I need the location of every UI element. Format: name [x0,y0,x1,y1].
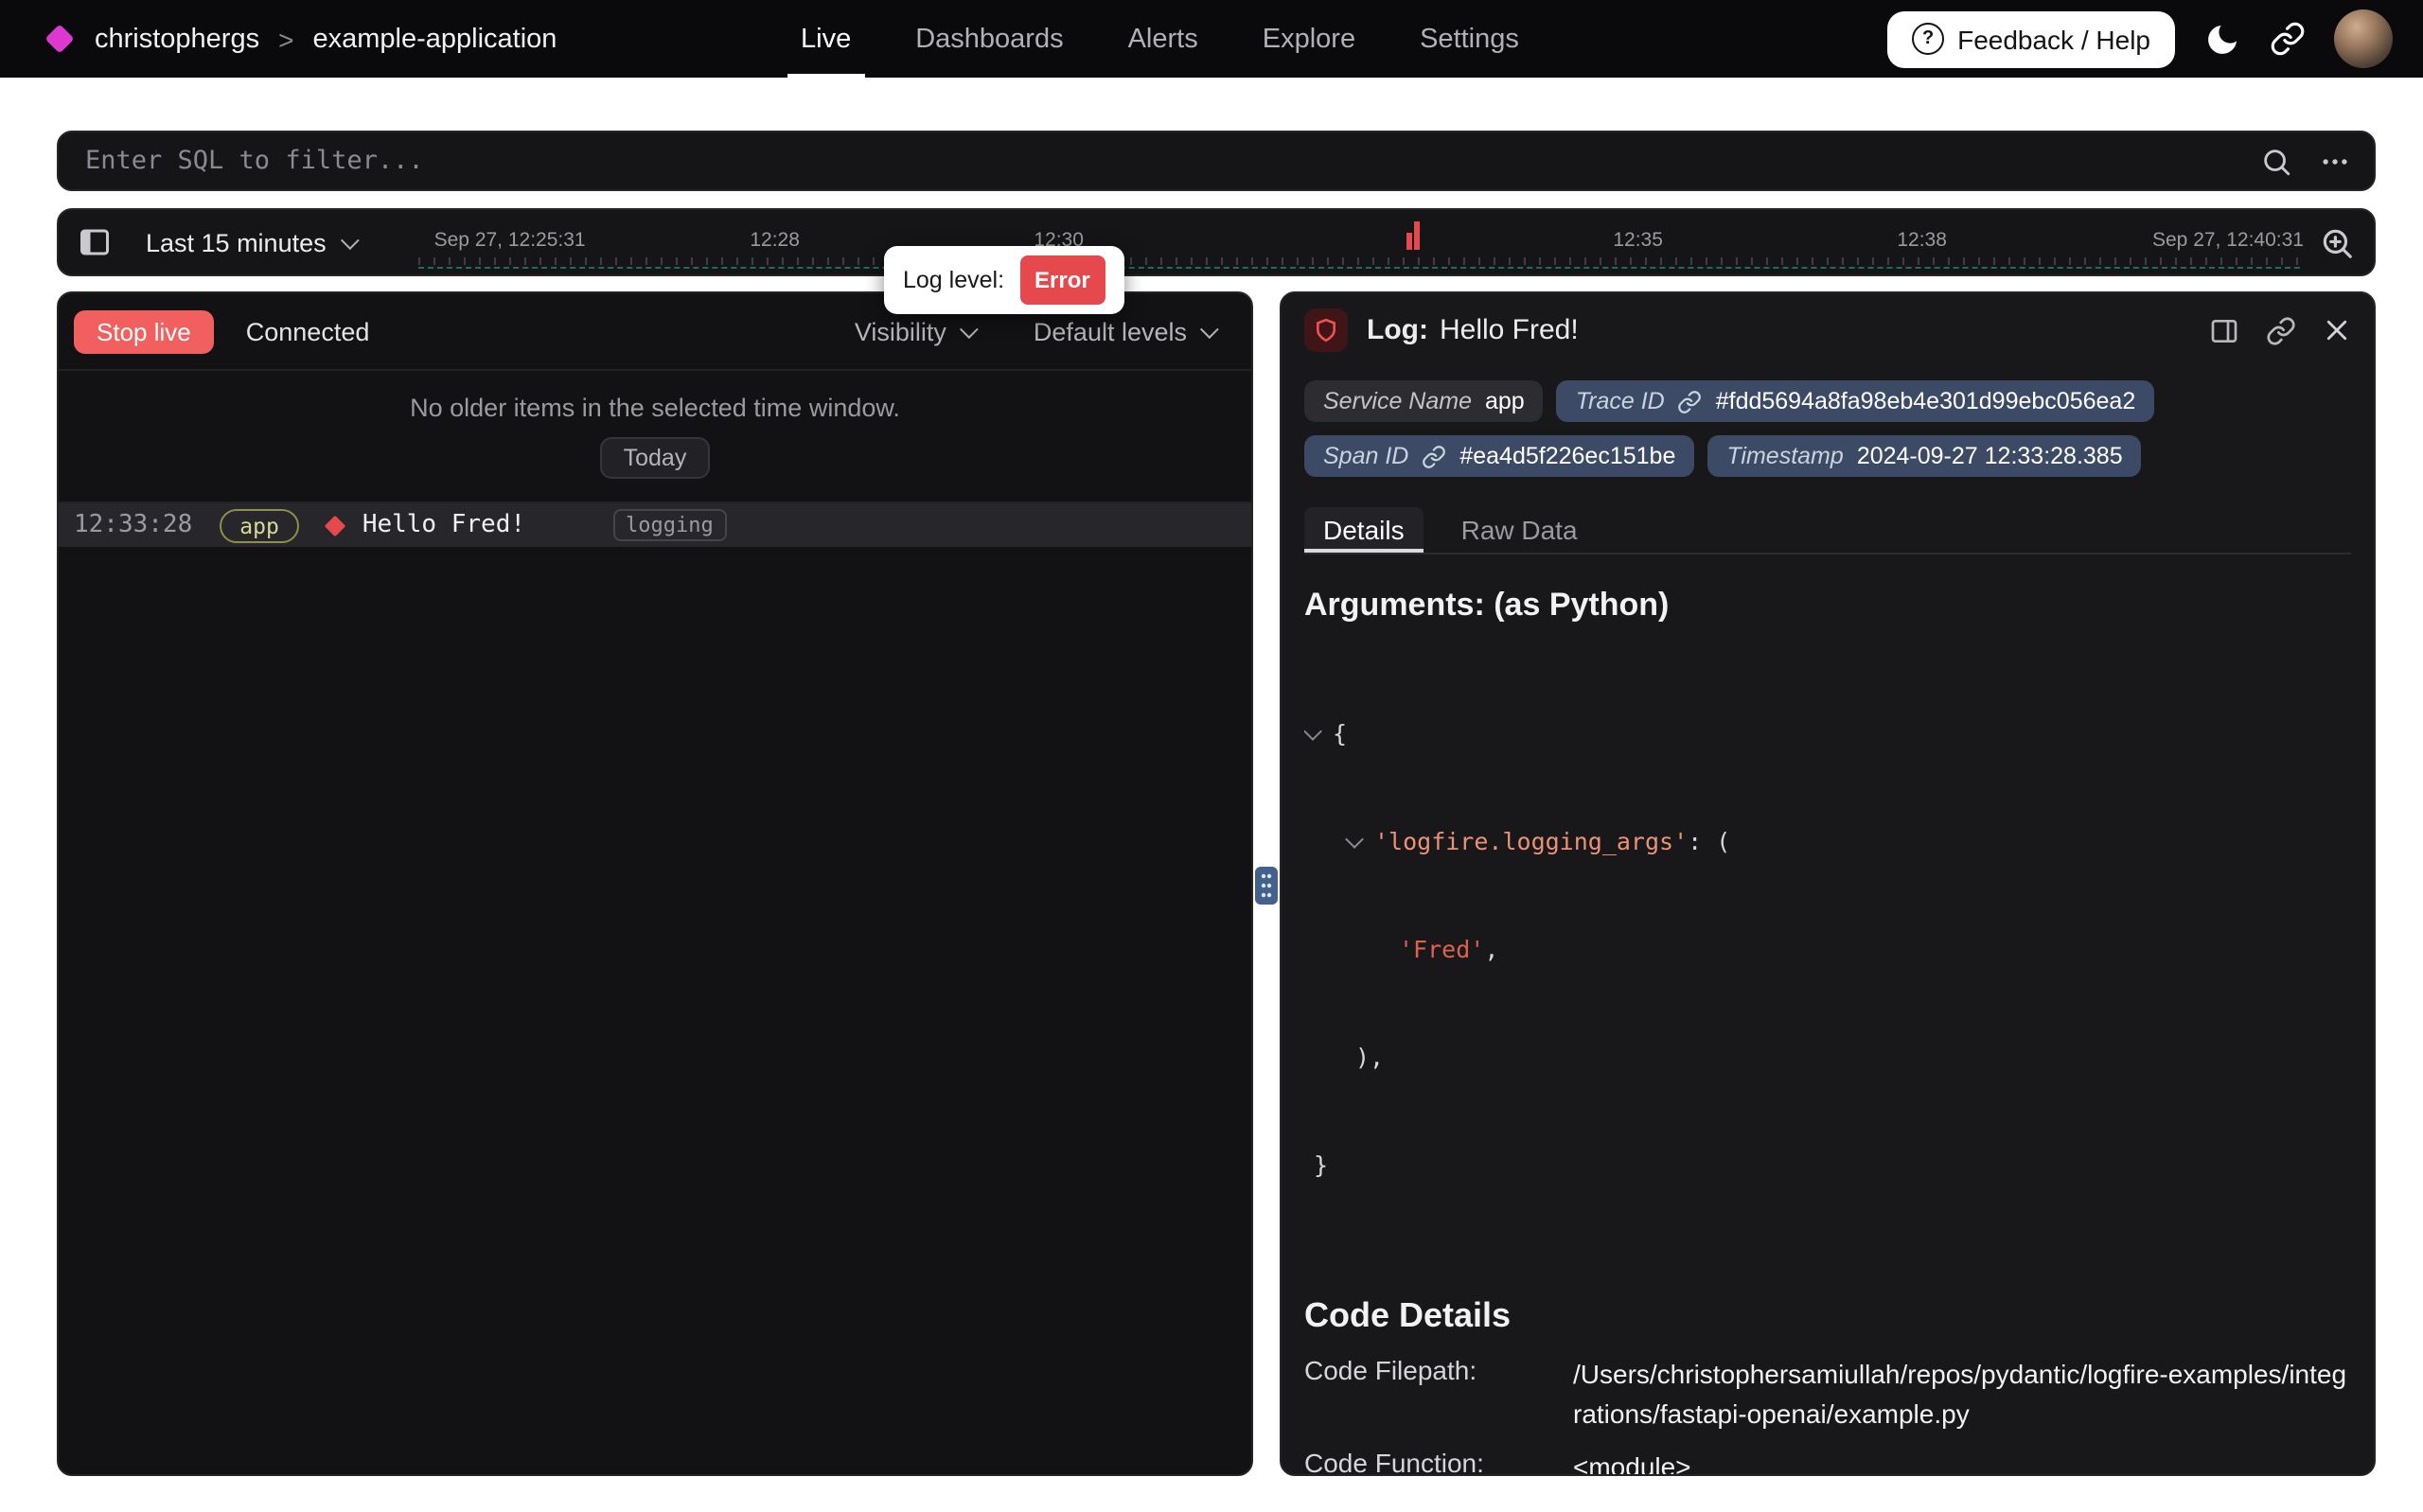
tick-label: 12:28 [750,229,800,252]
stop-live-button[interactable]: Stop live [74,309,214,353]
nav-tab-live[interactable]: Live [801,0,851,78]
axis-tick-marks [419,257,2300,265]
service-chip: app [219,508,300,542]
live-panel-dropdowns: Visibility Default levels [843,315,1225,347]
details-title: Log: Hello Fred! [1367,314,1579,346]
nav-tab-settings[interactable]: Settings [1420,0,1519,78]
sql-bar-icons [2260,145,2351,177]
connection-status: Connected [246,317,370,345]
arguments-heading: Arguments: (as Python) [1304,587,2351,624]
link-icon [1678,389,1703,413]
details-actions [2209,315,2351,345]
tooltip-label: Log level: [903,267,1004,293]
nav-tabs: Live Dashboards Alerts Explore Settings [801,0,1519,78]
tick-label: Sep 27, 12:40:31 [2152,229,2304,252]
logo-icon [44,24,74,53]
code-filepath-row: Code Filepath: /Users/christophersamiull… [1304,1355,2351,1434]
log-message: Hello Fred! [363,511,525,539]
collapse-toggle-icon[interactable] [1304,722,1322,741]
chevron-down-icon [342,230,361,249]
drag-handle[interactable] [1255,867,1278,905]
logging-tag-chip: logging [612,509,727,541]
time-range-label: Last 15 minutes [146,228,327,256]
timestamp-badge: Timestamp 2024-09-27 12:33:28.385 [1707,435,2141,477]
dark-mode-toggle[interactable] [2203,20,2241,58]
top-nav: christophergs > example-application Live… [0,0,2423,78]
ellipsis-icon [2319,145,2351,177]
search-button[interactable] [2260,145,2292,177]
tick-label: Sep 27, 12:25:31 [434,229,586,252]
arguments-code-block: { 'logfire.logging_args': ( 'Fred', ), } [1304,643,2351,1255]
tab-details[interactable]: Details [1304,507,1424,553]
panel-layout-button[interactable] [2209,315,2239,345]
close-icon [2323,316,2351,344]
time-range-select[interactable]: Last 15 minutes [134,226,366,258]
details-header: Log: Hello Fred! [1304,308,2351,352]
empty-window-message: No older items in the selected time wind… [59,394,1251,422]
visibility-dropdown[interactable]: Visibility [843,315,984,347]
nav-tab-explore[interactable]: Explore [1263,0,1355,78]
link-icon [1422,444,1446,468]
timeline-axis[interactable]: Sep 27, 12:25:31 12:28 12:30 12:35 12:38… [389,210,2308,274]
default-levels-dropdown[interactable]: Default levels [1022,315,1225,347]
collapse-toggle-icon[interactable] [1345,830,1364,849]
error-level-icon [1304,308,1348,352]
metadata-badges: Service Name app Trace ID #fdd5694a8fa98… [1304,380,2351,477]
share-link-button[interactable] [2270,21,2306,57]
nav-right: Feedback / Help [1887,9,2393,68]
breadcrumb-project[interactable]: example-application [312,24,557,54]
avatar[interactable] [2334,9,2393,68]
log-level-tooltip: Log level: Error [884,246,1124,314]
details-tabs: Details Raw Data [1304,507,2351,554]
log-details-panel: Log: Hello Fred! Service [1280,291,2376,1476]
link-icon [2266,315,2296,345]
drag-handle-icon [1259,872,1274,899]
error-diamond-icon [325,515,346,536]
nav-tab-dashboards[interactable]: Dashboards [915,0,1063,78]
chevron-down-icon [1200,319,1219,338]
panel-left-icon [78,225,112,259]
error-level-badge: Error [1019,255,1105,305]
moon-icon [2203,20,2241,58]
code-function-row: Code Function: <module> [1304,1448,2351,1476]
zoom-in-button[interactable] [2319,224,2355,260]
link-icon [2270,21,2306,57]
span-id-badge[interactable]: Span ID #ea4d5f226ec151be [1304,435,1694,477]
question-icon [1912,23,1944,55]
live-logs-panel: Stop live Connected Visibility Default l… [57,291,1253,1476]
tick-label: 12:35 [1613,229,1663,252]
feedback-help-button[interactable]: Feedback / Help [1887,10,2175,67]
search-icon [2260,145,2292,177]
chevron-down-icon [960,319,979,338]
service-name-badge: Service Name app [1304,380,1544,422]
tick-label: 12:38 [1897,229,1947,252]
tab-raw-data[interactable]: Raw Data [1442,507,1597,553]
nav-tab-alerts[interactable]: Alerts [1128,0,1198,78]
log-time: 12:33:28 [74,511,192,539]
axis-line [419,267,2300,269]
app-root: christophergs > example-application Live… [0,0,2423,1512]
details-title-text: Hello Fred! [1440,314,1579,346]
sql-filter-bar [57,131,2376,191]
details-title-prefix: Log: [1367,314,1428,346]
panel-layout-icon [2209,315,2239,345]
code-details-rows: Code Filepath: /Users/christophersamiull… [1304,1355,2351,1476]
main-content: Stop live Connected Visibility Default l… [57,291,2376,1476]
zoom-in-icon [2319,224,2355,260]
timeline-bar: Last 15 minutes Sep 27, 12:25:31 12:28 1… [57,208,2376,276]
close-details-button[interactable] [2323,316,2351,344]
panel-splitter [1253,291,1280,1476]
more-options-button[interactable] [2319,145,2351,177]
log-row[interactable]: 12:33:28 app Hello Fred! logging [59,501,1251,547]
trace-id-badge[interactable]: Trace ID #fdd5694a8fa98eb4e301d99ebc056e… [1557,380,2155,422]
copy-link-button[interactable] [2266,315,2296,345]
sidebar-toggle-button[interactable] [78,225,112,259]
breadcrumb-org[interactable]: christophergs [95,24,259,54]
today-chip[interactable]: Today [601,437,710,479]
feedback-help-label: Feedback / Help [1957,24,2150,54]
breadcrumb-separator: > [278,24,293,54]
sql-filter-input[interactable] [81,144,2241,178]
error-spike-bars[interactable] [1407,221,1421,250]
code-details-heading: Code Details [1304,1296,2351,1336]
